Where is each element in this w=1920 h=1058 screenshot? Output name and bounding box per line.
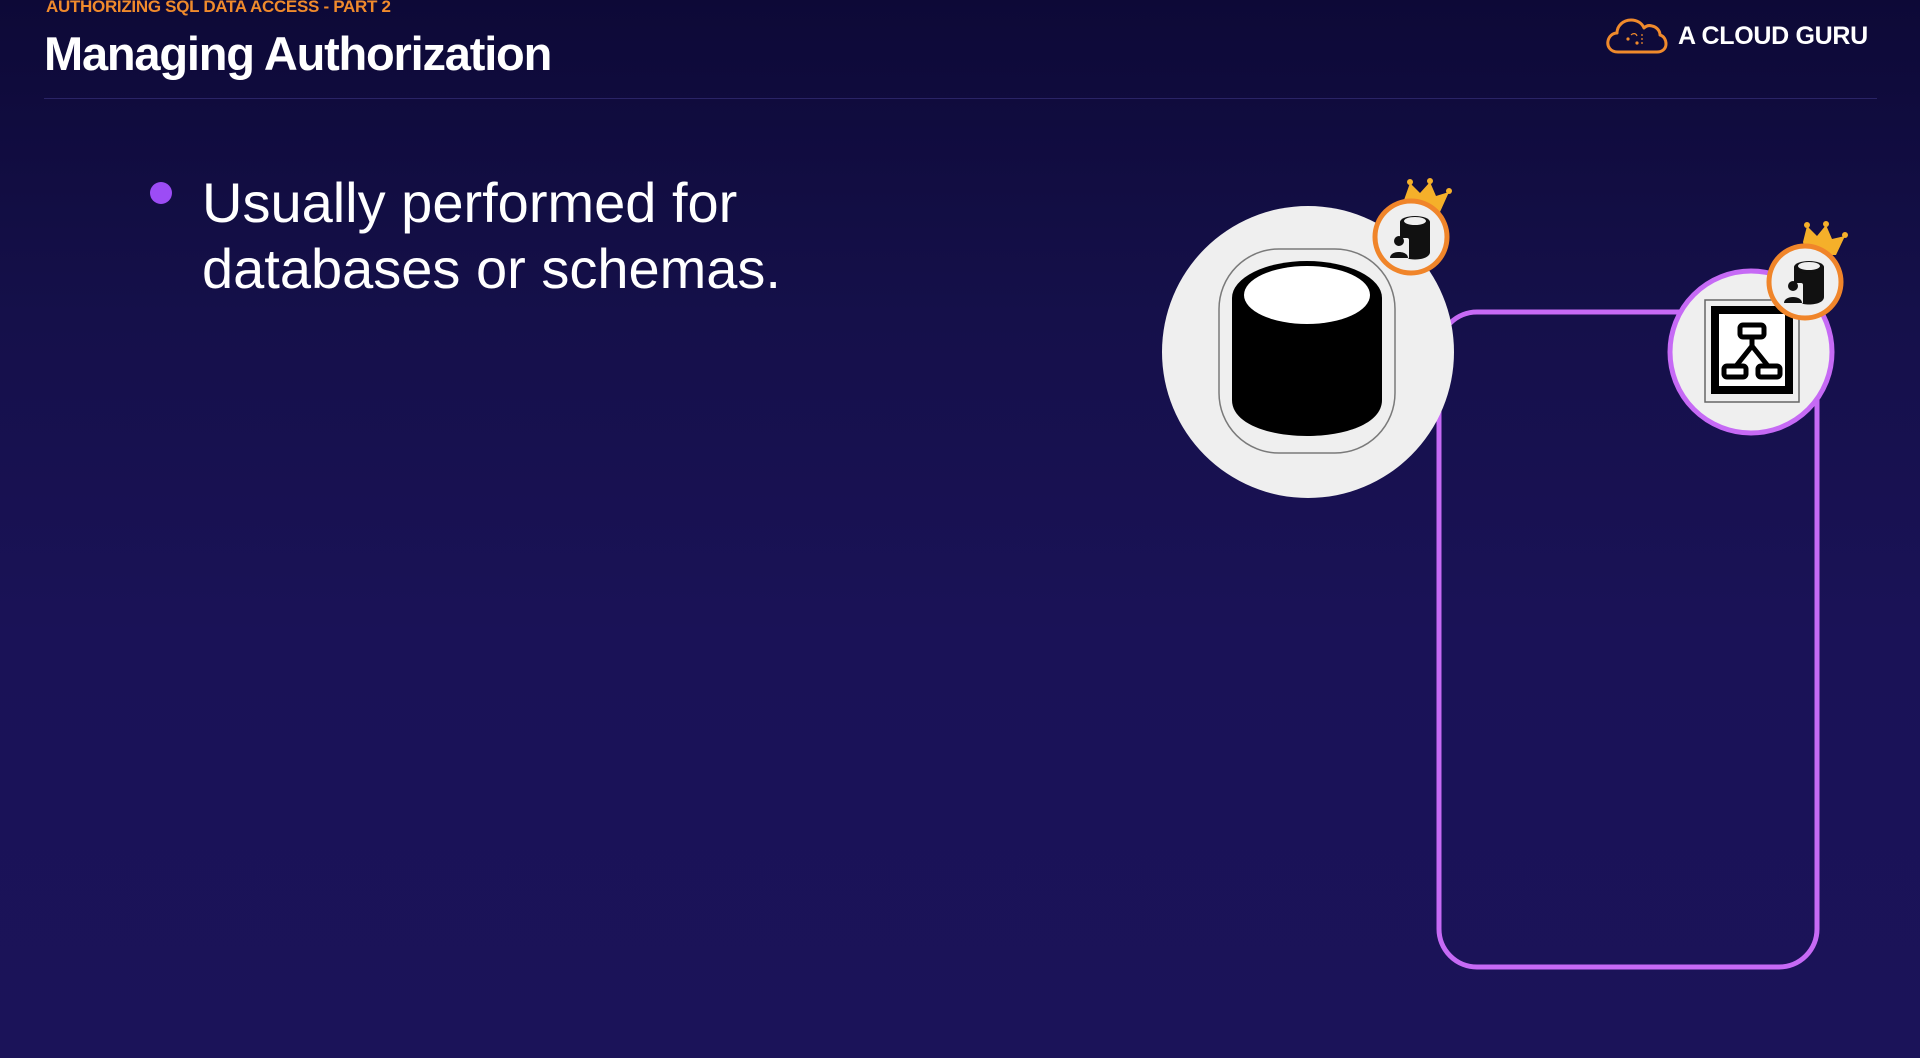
schema-node — [1667, 268, 1835, 436]
bullet-list: Usually performed for databases or schem… — [150, 170, 862, 302]
database-cylinder-icon — [1218, 248, 1396, 454]
section-kicker: AUTHORIZING SQL DATA ACCESS - PART 2 — [46, 0, 391, 16]
schema-scope-frame — [1436, 309, 1820, 970]
schema-owner-badge — [1766, 221, 1848, 321]
database-owner-badge — [1372, 178, 1452, 276]
header-divider — [44, 98, 1877, 99]
brand-name: A CLOUD GURU — [1678, 21, 1868, 50]
authorization-diagram — [1162, 178, 1848, 970]
brand: A CLOUD GURU — [1604, 16, 1868, 56]
schema-hierarchy-icon — [1704, 299, 1800, 403]
crown-icon — [1404, 178, 1452, 213]
bullet-text: Usually performed for databases or schem… — [202, 171, 781, 300]
crown-icon — [1803, 221, 1848, 255]
crowned-db-owner-icon — [1784, 261, 1824, 305]
page-title: Managing Authorization — [44, 27, 552, 80]
crowned-db-owner-icon — [1390, 216, 1430, 260]
bullet-dot — [150, 182, 172, 204]
database-node — [1162, 206, 1454, 498]
cloud-logo-icon — [1606, 18, 1668, 54]
bullet-item: Usually performed for databases or schem… — [150, 170, 862, 302]
